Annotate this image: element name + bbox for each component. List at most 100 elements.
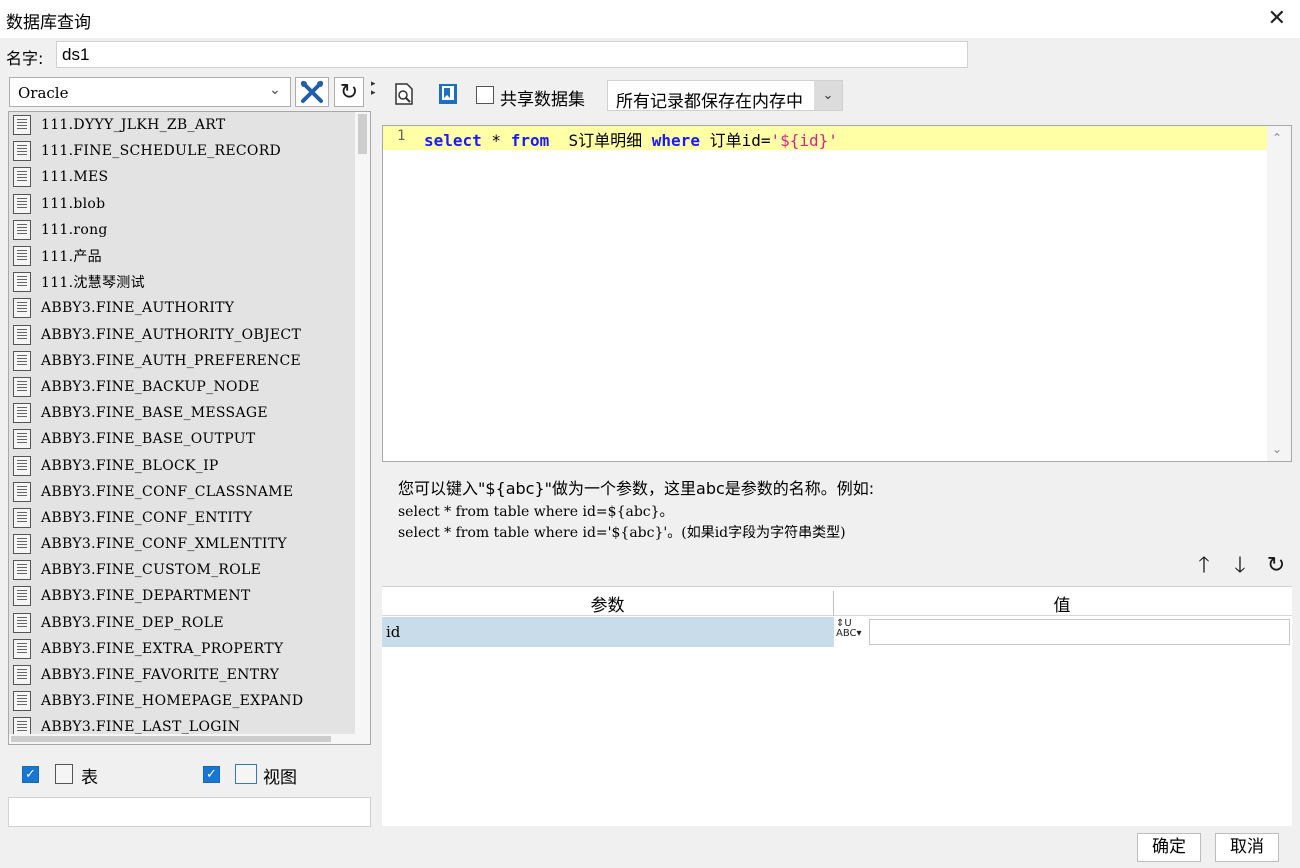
table-name: ABBY3.FINE_AUTHORITY [41, 300, 235, 317]
view-checkbox[interactable]: ✓ [203, 766, 220, 783]
move-down-button[interactable]: 🡓 [1228, 554, 1252, 578]
title-bar: 数据库查询 ✕ [0, 0, 1300, 38]
collapse-handle-icon[interactable]: ▸ ▸ [371, 80, 376, 98]
sql-text: S订单明细 [549, 131, 652, 150]
param-hint-example-1: select * from table where id=${abc}。 [398, 504, 674, 520]
list-item[interactable]: ABBY3.FINE_HOMEPAGE_EXPAND [9, 688, 355, 714]
editor-scrollbar[interactable]: ⌃ ⌄ [1267, 126, 1291, 461]
param-value-input[interactable] [869, 619, 1290, 645]
refresh-button[interactable]: ↻ [334, 77, 364, 107]
chevron-down-icon[interactable]: ⌄ [264, 82, 286, 102]
list-item[interactable]: ABBY3.FINE_CUSTOM_ROLE [9, 557, 355, 583]
memory-mode-select[interactable]: 所有记录都保存在内存中 ⌄ [607, 80, 843, 112]
list-item[interactable]: ABBY3.FINE_BACKUP_NODE [9, 374, 355, 400]
list-item[interactable]: ABBY3.FINE_BASE_OUTPUT [9, 426, 355, 452]
table-name: ABBY3.FINE_BASE_OUTPUT [41, 431, 256, 448]
type-switch-icon[interactable]: ⇕U ABC▾ [836, 619, 866, 645]
table-icon [13, 403, 31, 424]
list-item[interactable]: 111.产品 [9, 243, 355, 269]
list-item[interactable]: ABBY3.FINE_AUTHORITY [9, 295, 355, 321]
table-icon [13, 115, 31, 136]
connection-select[interactable]: Oracle ⌄ [9, 77, 291, 107]
param-column-header: 参数 [382, 591, 834, 616]
list-item[interactable]: ABBY3.FINE_FAVORITE_ENTRY [9, 662, 355, 688]
table-icon [13, 141, 31, 162]
name-input[interactable] [56, 41, 968, 68]
list-item[interactable]: ABBY3.FINE_BASE_MESSAGE [9, 400, 355, 426]
close-icon[interactable]: ✕ [1268, 6, 1286, 31]
view-icon [235, 764, 257, 784]
list-item[interactable]: ABBY3.FINE_CONF_ENTITY [9, 505, 355, 531]
cancel-button[interactable]: 取消 [1215, 833, 1279, 862]
table-name: ABBY3.FINE_EXTRA_PROPERTY [41, 640, 284, 657]
table-name: ABBY3.FINE_CONF_ENTITY [41, 509, 253, 526]
scroll-thumb[interactable] [358, 114, 367, 154]
table-checkbox[interactable]: ✓ [22, 766, 39, 783]
table-icon [13, 586, 31, 607]
sql-editor[interactable]: 1 select * from S订单明细 where 订单id='${id}'… [382, 125, 1292, 462]
list-item[interactable]: 111.沈慧琴测试 [9, 269, 355, 295]
list-item[interactable]: ABBY3.FINE_DEPARTMENT [9, 583, 355, 609]
chevron-down-icon[interactable]: ⌄ [814, 81, 842, 110]
table-icon [55, 764, 73, 784]
refresh-params-button[interactable]: ↻ [1264, 554, 1288, 578]
param-name[interactable]: id [382, 617, 834, 647]
edit-connection-button[interactable] [295, 77, 329, 107]
arrow-down-icon: 🡓 [1234, 553, 1246, 578]
list-item[interactable]: ABBY3.FINE_BLOCK_IP [9, 452, 355, 478]
table-name: ABBY3.FINE_CUSTOM_ROLE [41, 562, 262, 579]
share-dataset-checkbox[interactable] [476, 86, 494, 104]
table-list: 111.DYYY_JLKH_ZB_ART 111.FINE_SCHEDULE_RE… [8, 111, 371, 745]
table-name: ABBY3.FINE_FAVORITE_ENTRY [41, 667, 280, 684]
table-icon [13, 507, 31, 528]
table-icon [13, 272, 31, 293]
table-name: ABBY3.FINE_HOMEPAGE_EXPAND [41, 693, 304, 710]
table-icon [13, 219, 31, 240]
sql-code-line[interactable]: select * from S订单明细 where 订单id='${id}' [424, 127, 838, 151]
table-icon [13, 534, 31, 555]
table-name: 111.DYYY_JLKH_ZB_ART [41, 117, 226, 134]
ok-button[interactable]: 确定 [1137, 833, 1201, 862]
sql-keyword: where [651, 131, 700, 150]
horizontal-scrollbar[interactable] [9, 734, 355, 744]
table-icon [13, 481, 31, 502]
list-item[interactable]: 111.MES [9, 164, 355, 190]
move-up-button[interactable]: 🡑 [1192, 554, 1216, 578]
name-label: 名字: [6, 49, 44, 68]
object-type-filters: ✓ 表 ✓ 视图 [7, 748, 372, 794]
vertical-scrollbar[interactable] [355, 112, 370, 744]
bookmark-button[interactable] [432, 78, 464, 110]
list-item[interactable]: 111.blob [9, 191, 355, 217]
scroll-down-icon[interactable]: ⌄ [1272, 442, 1282, 456]
list-item[interactable]: 111.FINE_SCHEDULE_RECORD [9, 138, 355, 164]
list-item[interactable]: ABBY3.FINE_CONF_XMLENTITY [9, 531, 355, 557]
table-icon [13, 324, 31, 345]
table-name: 111.rong [41, 221, 108, 238]
table-filter-label: 表 [81, 768, 98, 788]
list-item[interactable]: ABBY3.FINE_AUTHORITY_OBJECT [9, 322, 355, 348]
list-item[interactable]: ABBY3.FINE_AUTH_PREFERENCE [9, 348, 355, 374]
table-name: 111.blob [41, 195, 106, 212]
table-name: 111.沈慧琴测试 [41, 275, 145, 292]
table-name: 111.产品 [41, 249, 102, 266]
scroll-thumb[interactable] [11, 736, 331, 742]
param-hint-example-2: select * from table where id='${abc}'。(如… [398, 525, 846, 541]
table-search-input[interactable] [8, 797, 371, 827]
list-item[interactable]: ABBY3.FINE_CONF_CLASSNAME [9, 479, 355, 505]
preview-button[interactable] [388, 78, 420, 110]
sql-keyword: from [510, 131, 550, 150]
scroll-up-icon[interactable]: ⌃ [1272, 131, 1282, 145]
table-name: 111.FINE_SCHEDULE_RECORD [41, 143, 282, 160]
table-row[interactable]: id ⇕U ABC▾ [382, 617, 1292, 647]
list-item[interactable]: ABBY3.FINE_DEP_ROLE [9, 610, 355, 636]
table-name: ABBY3.FINE_AUTH_PREFERENCE [41, 352, 302, 369]
table-name: ABBY3.FINE_DEP_ROLE [41, 614, 224, 631]
list-item[interactable]: 111.DYYY_JLKH_ZB_ART [9, 112, 355, 138]
list-item[interactable]: ABBY3.FINE_EXTRA_PROPERTY [9, 636, 355, 662]
param-table: 参数 值 id ⇕U ABC▾ [382, 586, 1292, 826]
table-icon [13, 298, 31, 319]
table-icon [13, 560, 31, 581]
param-table-header: 参数 值 [382, 587, 1292, 616]
table-name: ABBY3.FINE_BLOCK_IP [41, 457, 219, 474]
list-item[interactable]: 111.rong [9, 217, 355, 243]
